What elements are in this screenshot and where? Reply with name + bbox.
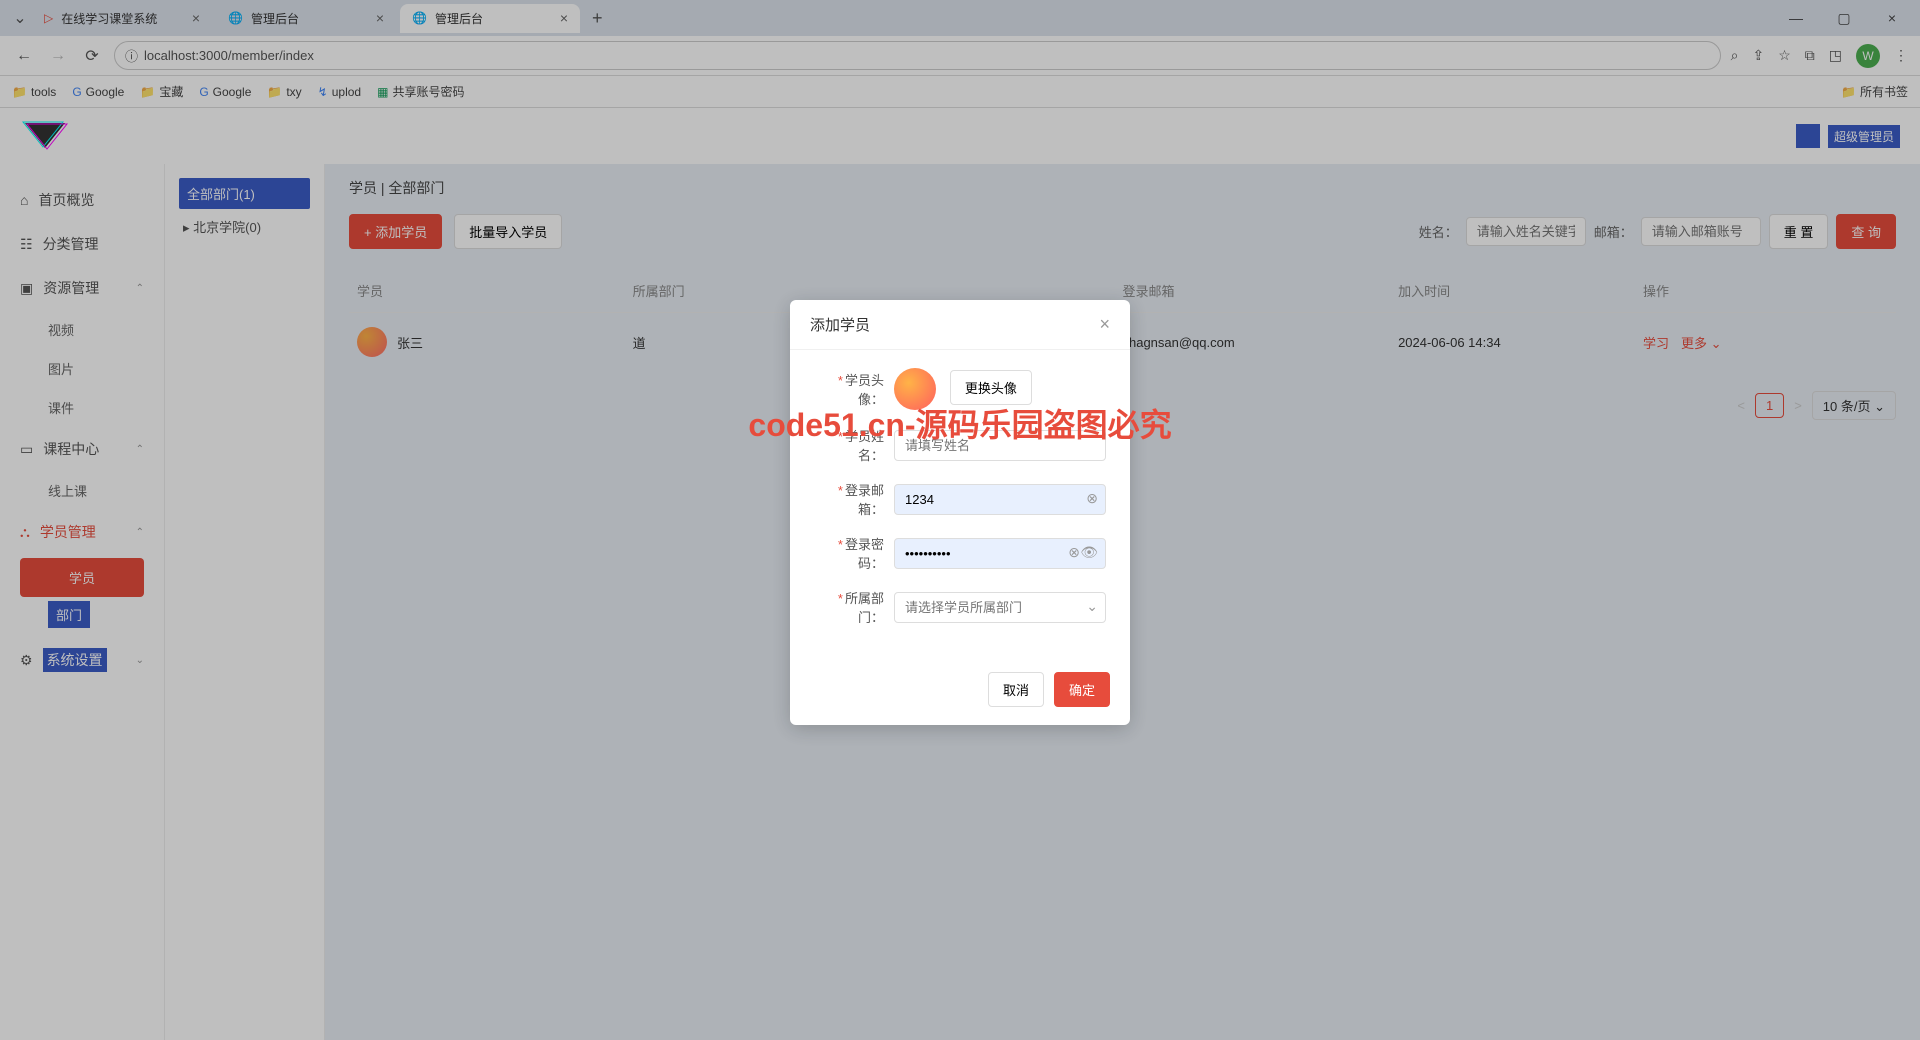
modal-body: *学员头像： 更换头像 *学员姓名： *登录邮箱： ⊗ *登录密码： [790,350,1130,660]
name-label: *学员姓名： [814,426,894,464]
modal-overlay[interactable]: 添加学员 × *学员头像： 更换头像 *学员姓名： *登录邮箱： ⊗ [0,0,1920,1040]
clear-icon[interactable]: ⊗ [1068,544,1080,561]
dept-label: *所属部门： [814,588,894,626]
change-avatar-button[interactable]: 更换头像 [950,370,1032,405]
modal-header: 添加学员 × [790,300,1130,350]
avatar-preview [894,368,936,410]
close-icon[interactable]: × [1099,314,1110,335]
eye-icon[interactable]: 👁 [1080,544,1098,561]
cancel-button[interactable]: 取消 [988,672,1044,707]
name-input[interactable] [894,430,1106,461]
password-label: *登录密码： [814,534,894,572]
modal-footer: 取消 确定 [790,660,1130,725]
clear-icon[interactable]: ⊗ [1086,490,1098,507]
email-label: *登录邮箱： [814,480,894,518]
email-input[interactable] [894,484,1106,515]
chevron-down-icon[interactable]: ⌄ [1086,598,1098,615]
add-member-modal: 添加学员 × *学员头像： 更换头像 *学员姓名： *登录邮箱： ⊗ [790,300,1130,725]
avatar-label: *学员头像： [814,370,894,408]
dept-select[interactable] [894,592,1106,623]
modal-title: 添加学员 [810,314,870,335]
ok-button[interactable]: 确定 [1054,672,1110,707]
